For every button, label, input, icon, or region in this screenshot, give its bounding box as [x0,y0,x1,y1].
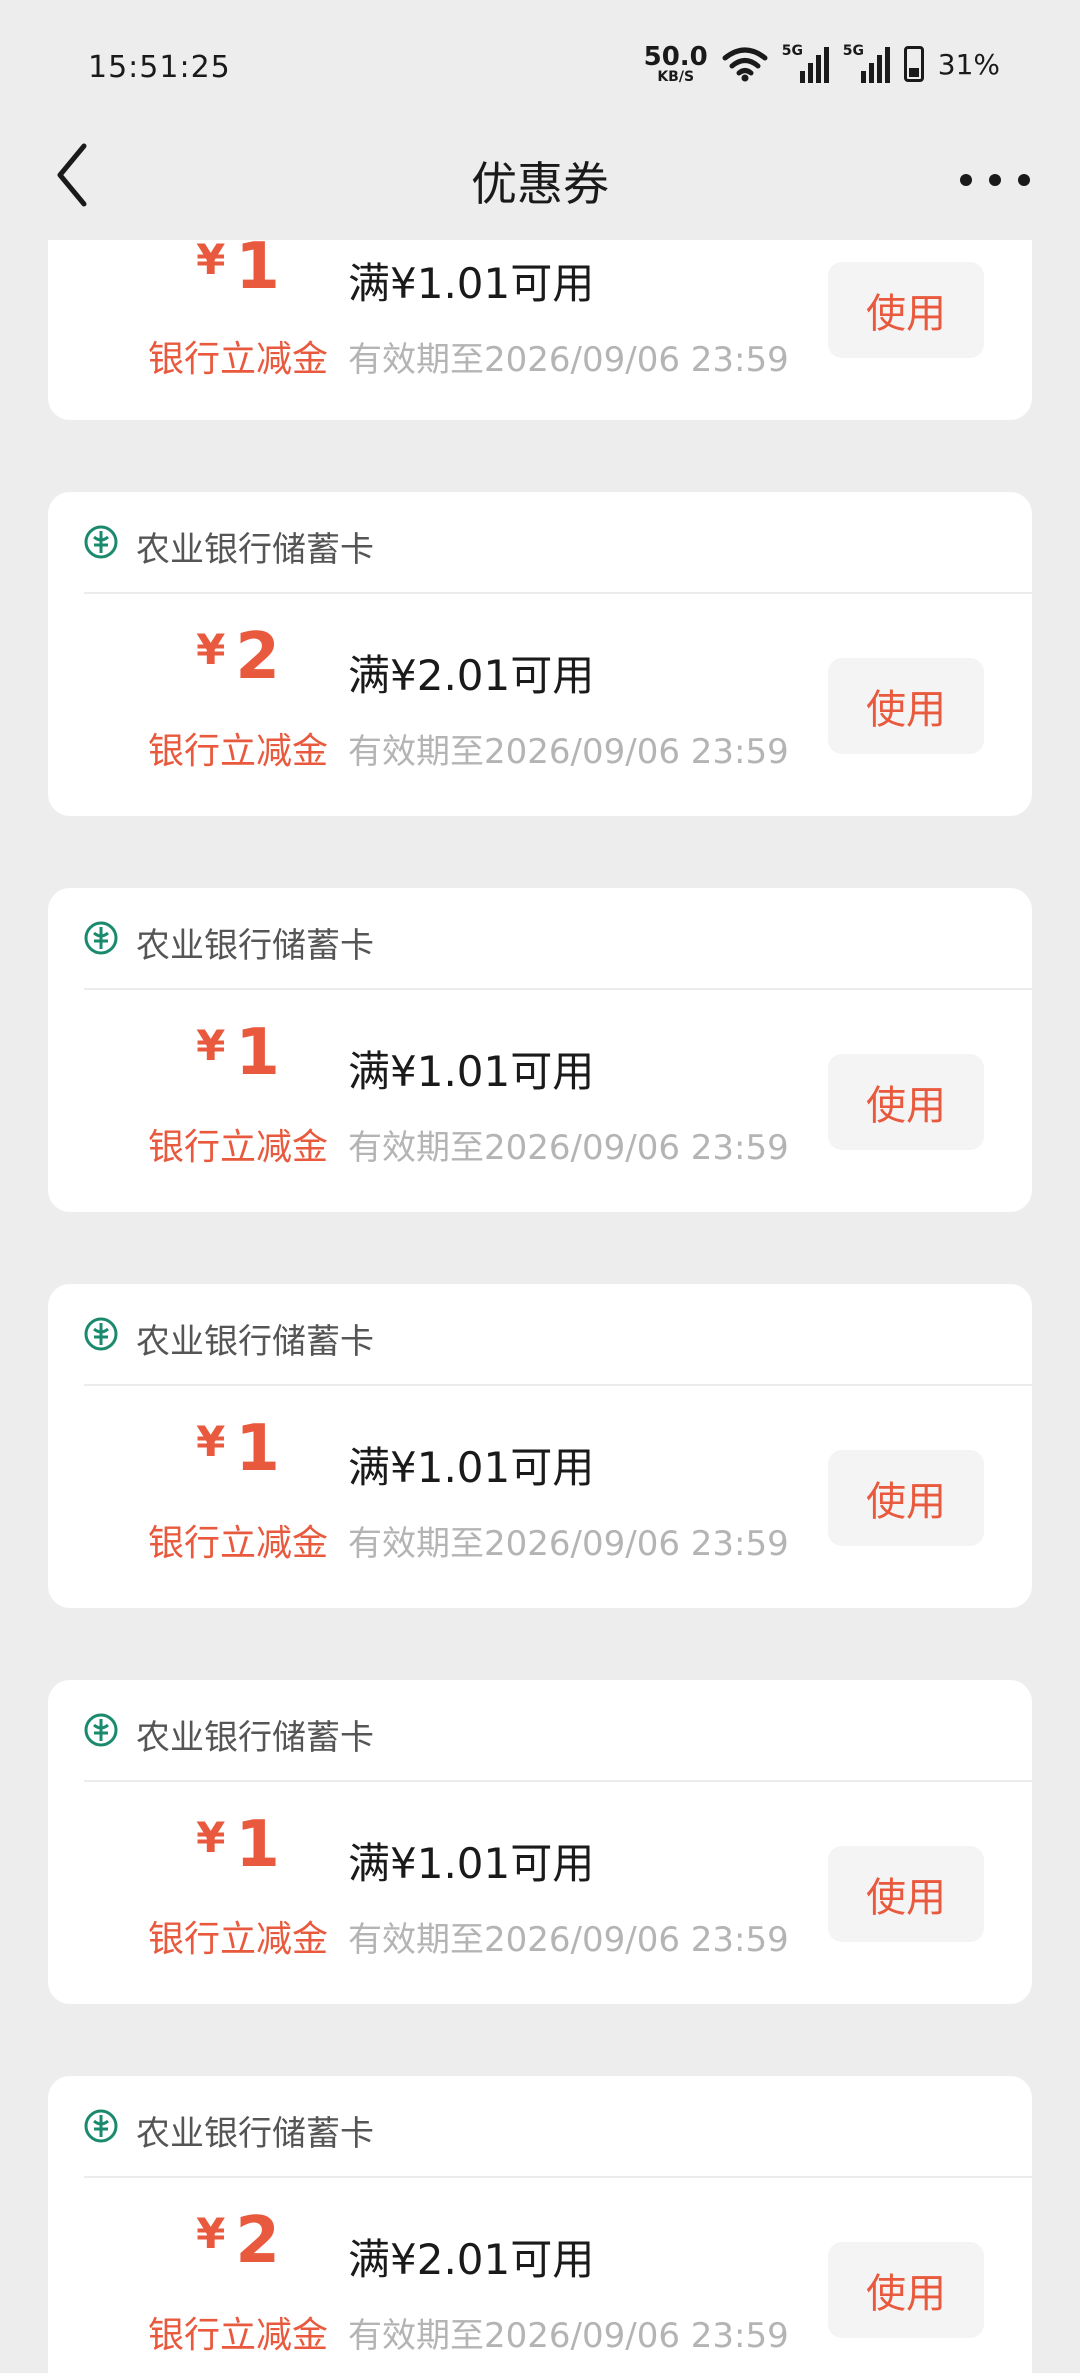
use-button[interactable]: 使用 [828,262,984,358]
amount-value: 2 [235,620,280,694]
coupon-header: 农业银行储蓄卡 [84,492,1032,594]
coupon-amount: ¥1 [98,1808,378,1882]
cellular-signal-1-icon: 5G [781,43,829,83]
coupon-card: 农业银行储蓄卡 ¥2 银行立减金 满¥2.01可用 有效期至2026/09/06… [48,2076,1032,2373]
coupon-body: ¥1 银行立减金 满¥1.01可用 有效期至2026/09/06 23:59 使… [48,240,1032,420]
coupon-amount: ¥1 [98,1412,378,1486]
coupon-header: 农业银行储蓄卡 [84,1284,1032,1386]
abc-bank-logo-icon [84,1317,118,1351]
coupon-amount: ¥2 [98,620,378,694]
currency-symbol: ¥ [196,1813,226,1862]
coupon-type: 银行立减金 [147,339,328,380]
more-button[interactable] [960,160,1030,200]
coupon-body: ¥1 银行立减金 满¥1.01可用 有效期至2026/09/06 23:59 使… [48,990,1032,1210]
signal-2-tag: 5G [842,43,864,59]
coupon-amount: ¥1 [98,240,378,304]
coupon-header: 农业银行储蓄卡 [84,888,1032,990]
bank-name: 农业银行储蓄卡 [136,530,374,570]
amount-value: 1 [235,1808,280,1882]
bank-name: 农业银行储蓄卡 [136,926,374,966]
network-speed-value: 50.0 [643,42,708,72]
coupon-expiry: 有效期至2026/09/06 23:59 [348,2316,789,2356]
bank-name: 农业银行储蓄卡 [136,1718,374,1758]
abc-bank-logo-icon [84,525,118,559]
signal-1-tag: 5G [781,43,803,59]
amount-value: 1 [235,1412,280,1486]
coupon-condition: 满¥2.01可用 [348,2235,595,2284]
coupon-header: 农业银行储蓄卡 [84,1680,1032,1782]
amount-value: 1 [235,240,280,304]
coupon-amount: ¥2 [98,2204,378,2278]
coupon-expiry: 有效期至2026/09/06 23:59 [348,1128,789,1168]
coupon-type: 银行立减金 [147,2315,328,2356]
use-button[interactable]: 使用 [828,658,984,754]
more-dot [960,174,972,186]
battery-icon [903,46,924,82]
coupon-condition: 满¥1.01可用 [348,1443,595,1492]
coupon-card: 农业银行储蓄卡 ¥1 银行立减金 满¥1.01可用 有效期至2026/09/06… [48,1680,1032,2004]
coupon-body: ¥2 银行立减金 满¥2.01可用 有效期至2026/09/06 23:59 使… [48,594,1032,814]
currency-symbol: ¥ [196,625,226,674]
coupon-type: 银行立减金 [147,1919,328,1960]
amount-value: 2 [235,2204,280,2278]
coupon-card: 农业银行储蓄卡 ¥1 银行立减金 满¥1.01可用 有效期至2026/09/06… [48,1284,1032,1608]
coupon-card: 农业银行储蓄卡 ¥1 银行立减金 满¥1.01可用 有效期至2026/09/06… [48,888,1032,1212]
coupon-condition: 满¥2.01可用 [348,651,595,700]
coupon-type: 银行立减金 [147,1523,328,1564]
coupon-type: 银行立减金 [147,1127,328,1168]
coupon-card: ¥1 银行立减金 满¥1.01可用 有效期至2026/09/06 23:59 使… [48,240,1032,420]
bank-name: 农业银行储蓄卡 [136,2114,374,2154]
status-icons: 50.0 KB/S 5G 5G 31% [644,43,1000,84]
coupon-condition: 满¥1.01可用 [348,1839,595,1888]
currency-symbol: ¥ [196,1417,226,1466]
currency-symbol: ¥ [196,1021,226,1070]
abc-bank-logo-icon [84,921,118,955]
wifi-icon [722,47,768,82]
coupon-condition: 满¥1.01可用 [348,1047,595,1096]
network-speed: 50.0 KB/S [644,44,708,84]
use-button[interactable]: 使用 [828,1054,984,1150]
status-time: 15:51:25 [88,50,231,85]
coupon-expiry: 有效期至2026/09/06 23:59 [348,1524,789,1564]
coupon-expiry: 有效期至2026/09/06 23:59 [348,1920,789,1960]
coupon-amount: ¥1 [98,1016,378,1090]
coupon-card: 农业银行储蓄卡 ¥2 银行立减金 满¥2.01可用 有效期至2026/09/06… [48,492,1032,816]
page-title: 优惠券 [471,157,609,211]
use-button[interactable]: 使用 [828,1450,984,1546]
currency-symbol: ¥ [196,2209,226,2258]
coupon-body: ¥1 银行立减金 满¥1.01可用 有效期至2026/09/06 23:59 使… [48,1386,1032,1606]
coupon-list[interactable]: ¥1 银行立减金 满¥1.01可用 有效期至2026/09/06 23:59 使… [0,240,1080,2373]
use-button[interactable]: 使用 [828,1846,984,1942]
bank-name: 农业银行储蓄卡 [136,1322,374,1362]
coupon-body: ¥1 银行立减金 满¥1.01可用 有效期至2026/09/06 23:59 使… [48,1782,1032,2002]
coupon-header: 农业银行储蓄卡 [84,2076,1032,2178]
use-button[interactable]: 使用 [828,2242,984,2338]
coupon-condition: 满¥1.01可用 [348,259,595,308]
coupon-expiry: 有效期至2026/09/06 23:59 [348,340,789,380]
coupon-type: 银行立减金 [147,731,328,772]
coupon-body: ¥2 银行立减金 满¥2.01可用 有效期至2026/09/06 23:59 使… [48,2178,1032,2373]
battery-percent: 31% [937,47,1000,81]
cellular-signal-2-icon: 5G [842,43,890,83]
network-speed-unit: KB/S [657,69,695,85]
more-dot [989,174,1001,186]
abc-bank-logo-icon [84,1713,118,1747]
nav-bar: 优惠券 [0,130,1080,240]
currency-symbol: ¥ [196,240,226,284]
status-bar: 15:51:25 50.0 KB/S 5G 5G 31% [0,0,1080,130]
more-dot [1018,174,1030,186]
abc-bank-logo-icon [84,2109,118,2143]
coupon-expiry: 有效期至2026/09/06 23:59 [348,732,789,772]
amount-value: 1 [235,1016,280,1090]
